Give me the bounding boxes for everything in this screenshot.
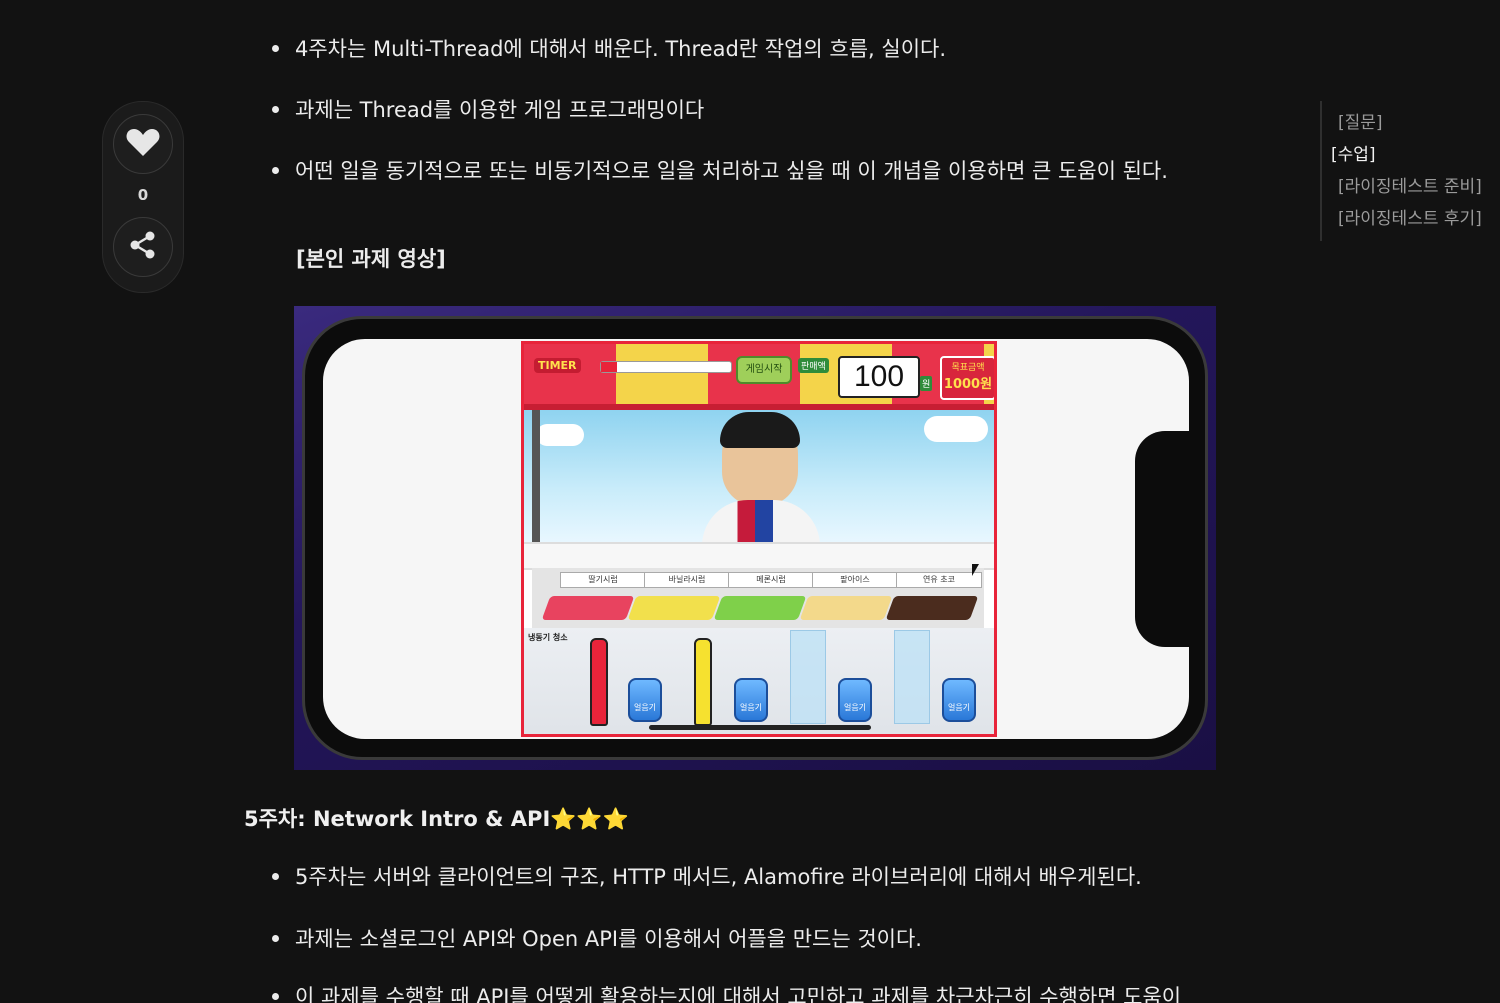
ice-button[interactable]: 얼음기 (628, 678, 662, 722)
cloud (924, 416, 988, 442)
bullet-dot (272, 166, 279, 174)
tray-label: 딸기시럽 (560, 572, 646, 588)
strawberry-tray[interactable] (541, 596, 635, 620)
toc-item-rising-test-review[interactable]: [라이징테스트 후기] (1322, 203, 1497, 235)
list-item: 과제는 소셜로그인 API와 Open API를 이용해서 어플을 만드는 것이… (272, 925, 922, 953)
timer-label: TIMER (534, 358, 581, 373)
goal-amount: 1000원 (943, 377, 993, 392)
ice-button[interactable]: 얼음기 (942, 678, 976, 722)
customer-hair (720, 412, 800, 448)
chocolate-tray[interactable] (885, 596, 979, 620)
phone-notch (1135, 431, 1189, 647)
glass (894, 630, 930, 724)
phone-screen: TIMER 게임시작 판매액 100 원 목표금액 1000원 딸기시럽 바닐라… (323, 339, 1189, 739)
home-indicator (649, 725, 871, 730)
share-button[interactable] (113, 217, 173, 277)
freezer: 냉동기 청소 얼음기 얼음기 얼음기 얼음기 (524, 628, 994, 734)
sub-heading: [본인 과제 영상] (296, 247, 446, 271)
list-item: 이 과제를 수행할 때 API를 어떻게 활용하는지에 대해서 고민하고 과제를… (272, 983, 1181, 1003)
glass (790, 630, 826, 724)
list-item: 어떤 일을 동기적으로 또는 비동기적으로 일을 처리하고 싶을 때 이 개념을… (272, 157, 1168, 185)
assignment-video[interactable]: TIMER 게임시작 판매액 100 원 목표금액 1000원 딸기시럽 바닐라… (294, 306, 1216, 770)
toc-item-question[interactable]: [질문] (1322, 107, 1497, 139)
syrup-tray-row: 딸기시럽 바닐라시럽 메론시럽 팥아이스 연유 초코 (532, 568, 984, 628)
floating-action-panel: 0 (102, 101, 184, 293)
tray-label: 바닐라시럽 (644, 572, 730, 588)
bullet-dot (272, 992, 279, 1000)
ice-button[interactable]: 얼음기 (838, 678, 872, 722)
red-bottle[interactable] (590, 638, 608, 726)
like-button[interactable] (113, 114, 173, 174)
cloud (536, 424, 584, 446)
bullet-dot (272, 105, 279, 113)
fries-tray[interactable] (799, 596, 893, 620)
ice-button[interactable]: 얼음기 (734, 678, 768, 722)
list-item-text: 이 과제를 수행할 때 API를 어떻게 활용하는지에 대해서 고민하고 과제를… (295, 985, 1182, 1003)
timer-bar (600, 361, 732, 373)
timer-fill (601, 362, 617, 372)
start-game-button[interactable]: 게임시작 (736, 356, 792, 384)
tray-label: 팥아이스 (812, 572, 898, 588)
won-label: 원 (920, 376, 933, 391)
list-item-text: 4주차는 Multi-Thread에 대해서 배운다. Thread란 작업의 … (295, 37, 947, 61)
bullet-dot (272, 44, 279, 52)
vanilla-tray[interactable] (627, 596, 721, 620)
score-display: 100 (838, 356, 920, 398)
like-count: 0 (137, 186, 149, 204)
mouse-cursor-icon (972, 564, 979, 576)
heart-icon (126, 127, 160, 161)
freezer-label: 냉동기 청소 (528, 633, 568, 642)
pole (532, 410, 540, 542)
star-icon: ⭐⭐⭐ (550, 807, 629, 831)
tray-label: 연유 초코 (896, 572, 982, 588)
toc-item-class[interactable]: [수업] (1322, 139, 1497, 171)
table-of-contents: [질문] [수업] [라이징테스트 준비] [라이징테스트 후기] (1320, 101, 1497, 241)
toc-item-rising-test-prep[interactable]: [라이징테스트 준비] (1322, 171, 1497, 203)
counter (524, 542, 994, 570)
game-screen: TIMER 게임시작 판매액 100 원 목표금액 1000원 딸기시럽 바닐라… (521, 341, 997, 737)
section-heading-text: 5주차: Network Intro & API (244, 807, 551, 831)
blog-post-page: 0 [질문] [수업] [라이징테스트 준비] [라이징테스트 후기] 4주차는… (0, 0, 1500, 1003)
share-icon (128, 230, 158, 264)
goal-display: 목표금액 1000원 (940, 356, 994, 400)
list-item: 4주차는 Multi-Thread에 대해서 배운다. Thread란 작업의 … (272, 35, 946, 63)
melon-tray[interactable] (713, 596, 807, 620)
bullet-dot (272, 934, 279, 942)
bullet-dot (272, 872, 279, 880)
list-item-text: 과제는 Thread를 이용한 게임 프로그래밍이다 (295, 98, 705, 122)
list-item: 5주차는 서버와 클라이언트의 구조, HTTP 메서드, Alamofire … (272, 863, 1142, 891)
phone-frame: TIMER 게임시작 판매액 100 원 목표금액 1000원 딸기시럽 바닐라… (302, 316, 1208, 760)
list-item: 과제는 Thread를 이용한 게임 프로그래밍이다 (272, 96, 704, 124)
section-heading: 5주차: Network Intro & API⭐⭐⭐ (244, 803, 629, 833)
tray-label: 메론시럽 (728, 572, 814, 588)
goal-label: 목표금액 (951, 363, 985, 373)
list-item-text: 어떤 일을 동기적으로 또는 비동기적으로 일을 처리하고 싶을 때 이 개념을… (295, 159, 1168, 183)
sales-label: 판매액 (798, 358, 829, 373)
list-item-text: 과제는 소셜로그인 API와 Open API를 이용해서 어플을 만드는 것이… (295, 927, 922, 951)
yellow-bottle[interactable] (694, 638, 712, 726)
list-item-text: 5주차는 서버와 클라이언트의 구조, HTTP 메서드, Alamofire … (295, 865, 1142, 889)
